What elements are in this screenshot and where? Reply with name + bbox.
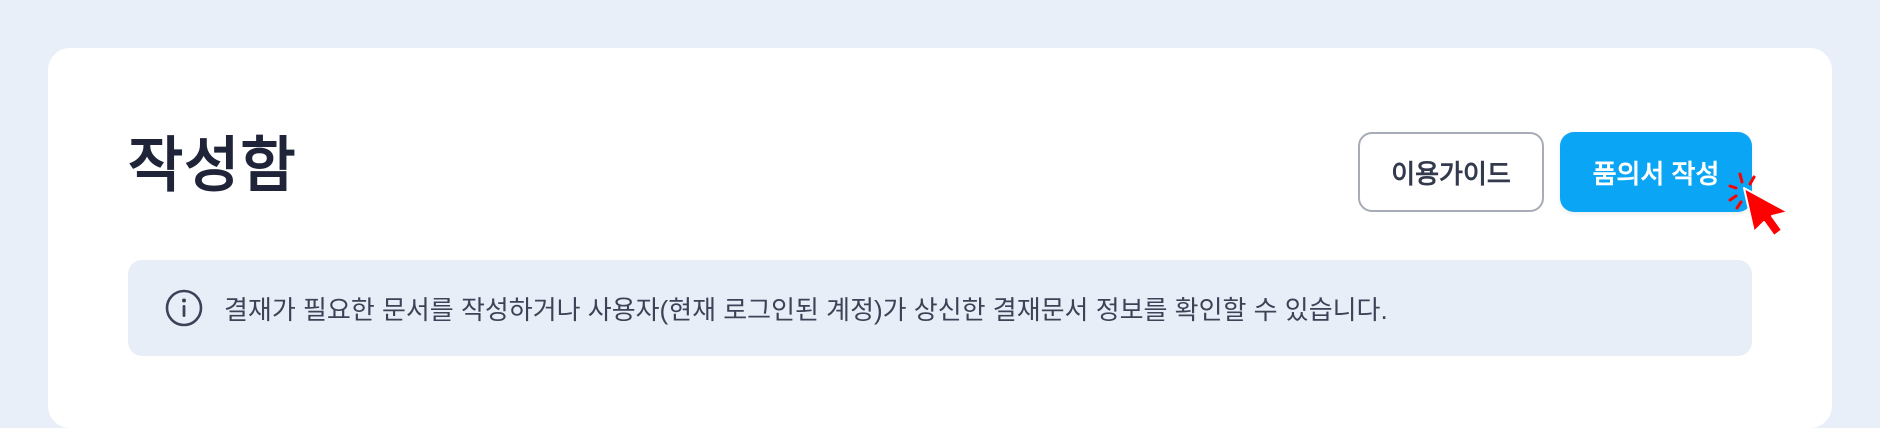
user-guide-button[interactable]: 이용가이드 <box>1358 132 1544 212</box>
info-message: 결재가 필요한 문서를 작성하거나 사용자(현재 로그인된 계정)가 상신한 결… <box>224 294 1388 325</box>
content-card: 작성함 이용가이드 품의서 작성 결재가 필요한 문서를 작성하거나 사용자(현… <box>48 48 1832 428</box>
info-notice: 결재가 필요한 문서를 작성하거나 사용자(현재 로그인된 계정)가 상신한 결… <box>128 260 1752 356</box>
click-cursor-icon <box>1728 172 1789 237</box>
info-circle-icon <box>164 288 204 328</box>
write-proposal-button[interactable]: 품의서 작성 <box>1560 132 1752 212</box>
page-title: 작성함 <box>128 132 297 199</box>
